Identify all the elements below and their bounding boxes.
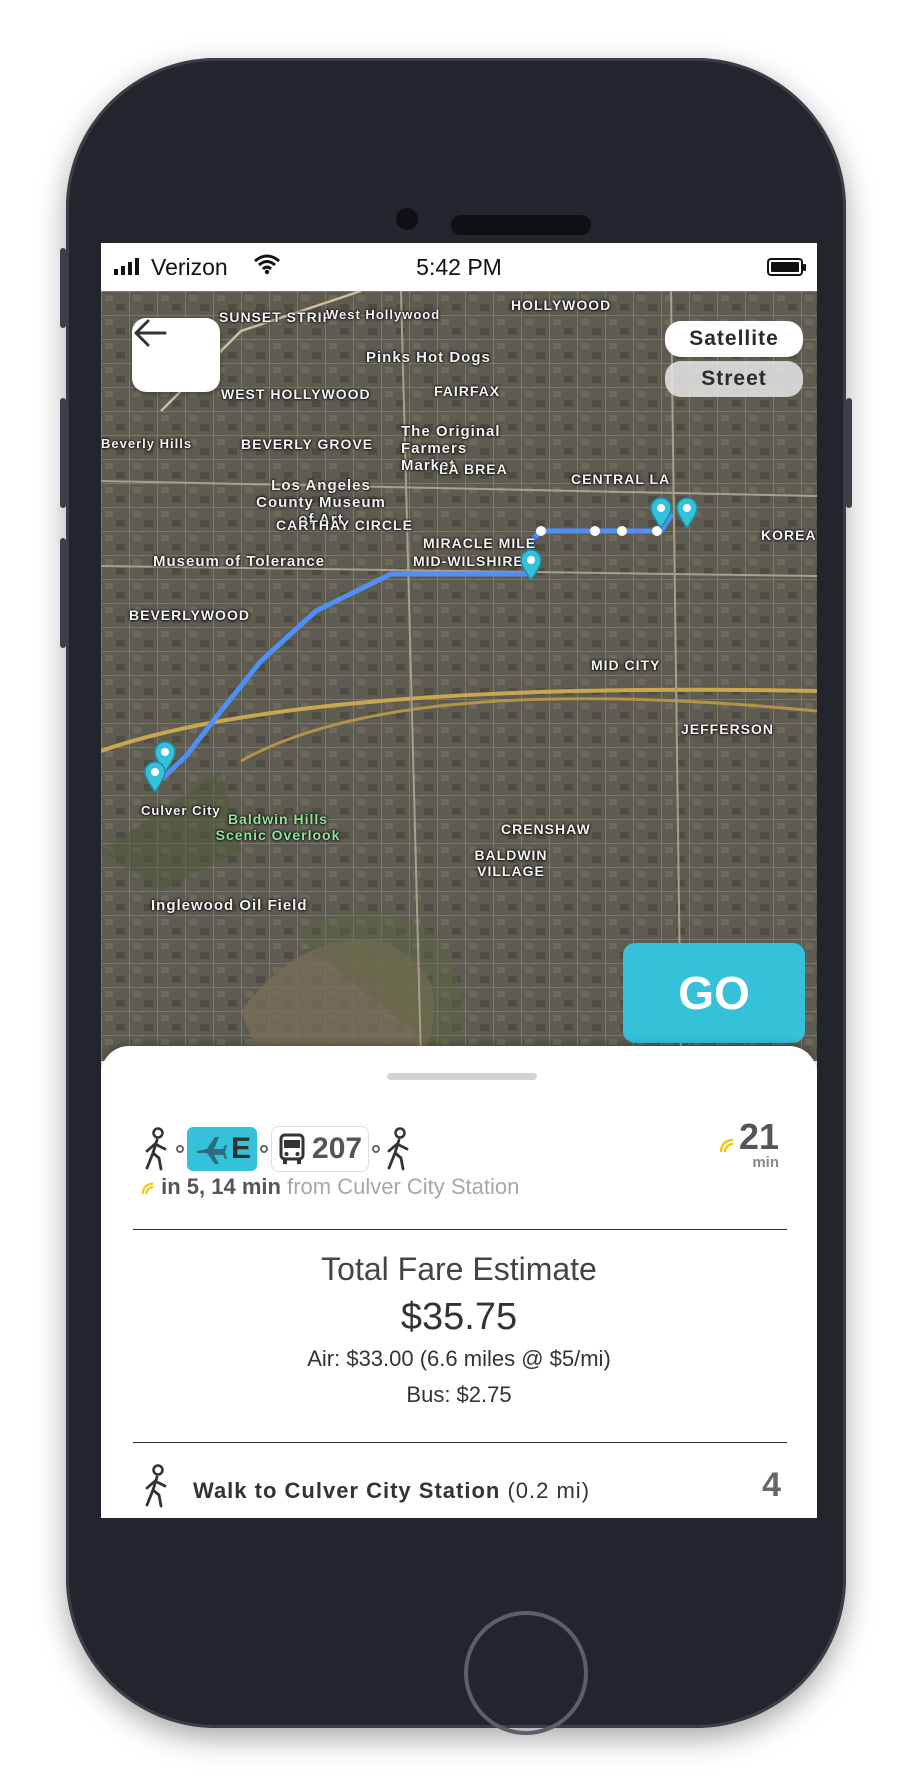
map-label: MID CITY bbox=[591, 657, 661, 673]
duration-value: 21 bbox=[738, 1116, 779, 1157]
divider bbox=[133, 1229, 787, 1230]
bus-icon bbox=[279, 1133, 305, 1164]
map-label: Baldwin Hills Scenic Overlook bbox=[215, 811, 341, 843]
back-button[interactable] bbox=[132, 318, 220, 392]
map-view[interactable]: SUNSET STRIP West Hollywood HOLLYWOOD Pi… bbox=[101, 291, 817, 1061]
street-option[interactable]: Street bbox=[665, 361, 803, 397]
realtime-icon bbox=[719, 1138, 733, 1153]
clock: 5:42 PM bbox=[416, 254, 502, 280]
next-departure: in 5, 14 min from Culver City Station bbox=[141, 1174, 519, 1200]
map-label: KOREA bbox=[761, 527, 817, 543]
map-layer-toggle[interactable]: Satellite Street bbox=[665, 321, 803, 401]
front-camera bbox=[396, 208, 418, 230]
volume-up-button bbox=[60, 398, 66, 508]
fare-title: Total Fare Estimate bbox=[321, 1251, 597, 1287]
map-label: HOLLYWOOD bbox=[511, 297, 612, 313]
route-separator bbox=[372, 1145, 381, 1153]
map-label: CRENSHAW bbox=[501, 821, 591, 837]
home-button[interactable] bbox=[464, 1611, 588, 1735]
map-label: WEST HOLLYWOOD bbox=[221, 386, 371, 402]
battery-icon bbox=[767, 258, 806, 276]
step-label: Walk to Culver City Station (0.2 mi) bbox=[193, 1478, 590, 1504]
step-minutes: 4 bbox=[762, 1466, 781, 1504]
go-button[interactable]: GO bbox=[623, 943, 805, 1043]
walking-person-icon bbox=[145, 1464, 167, 1508]
map-label: BALDWIN VILLAGE bbox=[474, 847, 548, 879]
map-label: LA BREA bbox=[439, 461, 508, 477]
step-walk[interactable]: Walk to Culver City Station (0.2 mi) 4 bbox=[141, 1464, 781, 1514]
volume-down-button bbox=[60, 538, 66, 648]
next-departure-times: in 5, 14 min bbox=[161, 1174, 281, 1199]
map-label: JEFFERSON bbox=[681, 721, 775, 737]
map-label: Pinks Hot Dogs bbox=[366, 349, 491, 366]
step-title: Walk to Culver City Station bbox=[193, 1478, 501, 1503]
map-label: MID-WILSHIRE bbox=[413, 553, 524, 569]
trip-duration: 21 min bbox=[719, 1116, 779, 1171]
map-label: CENTRAL LA bbox=[571, 471, 671, 487]
route-summary[interactable]: E 207 bbox=[141, 1124, 415, 1174]
walking-person-icon bbox=[387, 1127, 409, 1171]
bus-line-label: 207 bbox=[312, 1132, 363, 1165]
map-label: BEVERLY GROVE bbox=[241, 436, 374, 452]
route-separator bbox=[260, 1145, 269, 1153]
realtime-icon bbox=[141, 1182, 154, 1195]
air-line-label: E bbox=[231, 1132, 252, 1165]
divider bbox=[133, 1442, 787, 1443]
fare-total: $35.75 bbox=[400, 1296, 518, 1338]
arrow-left-icon bbox=[134, 319, 167, 347]
airplane-icon bbox=[197, 1137, 227, 1164]
satellite-option[interactable]: Satellite bbox=[665, 321, 803, 357]
map-label: Beverly Hills bbox=[101, 436, 193, 451]
map-label: Museum of Tolerance bbox=[153, 553, 326, 570]
route-separator bbox=[176, 1145, 184, 1153]
map-label: Culver City bbox=[141, 803, 221, 818]
fare-bus: Bus: $2.75 bbox=[406, 1382, 512, 1407]
step-distance: (0.2 mi) bbox=[507, 1478, 591, 1503]
status-bar: Verizon 5:42 PM bbox=[101, 243, 817, 291]
next-departure-origin: from Culver City Station bbox=[287, 1174, 520, 1199]
air-line-badge: E bbox=[187, 1127, 258, 1171]
app-screen: Verizon 5:42 PM SUNSET STRIP West Hollyw… bbox=[101, 243, 817, 1518]
map-label: CARTHAY CIRCLE bbox=[276, 517, 413, 533]
trip-details-sheet: E 207 21 min in 5, 14 min from Culver Ci… bbox=[101, 1046, 817, 1518]
map-label: Inglewood Oil Field bbox=[151, 897, 308, 914]
map-pin-icon[interactable] bbox=[675, 497, 699, 529]
power-button bbox=[846, 398, 852, 508]
map-label: SUNSET STRIP bbox=[219, 309, 333, 325]
map-label: FAIRFAX bbox=[434, 383, 501, 399]
map-pin-icon[interactable] bbox=[519, 549, 543, 581]
walking-person-icon bbox=[145, 1127, 167, 1171]
map-label: West Hollywood bbox=[326, 307, 441, 322]
map-pin-icon[interactable] bbox=[143, 761, 167, 793]
map-pin-icon[interactable] bbox=[649, 497, 673, 529]
fare-air: Air: $33.00 (6.6 miles @ $5/mi) bbox=[307, 1346, 611, 1371]
drag-handle[interactable] bbox=[387, 1073, 537, 1080]
bus-line-badge: 207 bbox=[271, 1126, 370, 1172]
mute-switch bbox=[60, 248, 66, 328]
map-label: BEVERLYWOOD bbox=[129, 607, 250, 623]
earpiece-speaker bbox=[451, 215, 591, 235]
